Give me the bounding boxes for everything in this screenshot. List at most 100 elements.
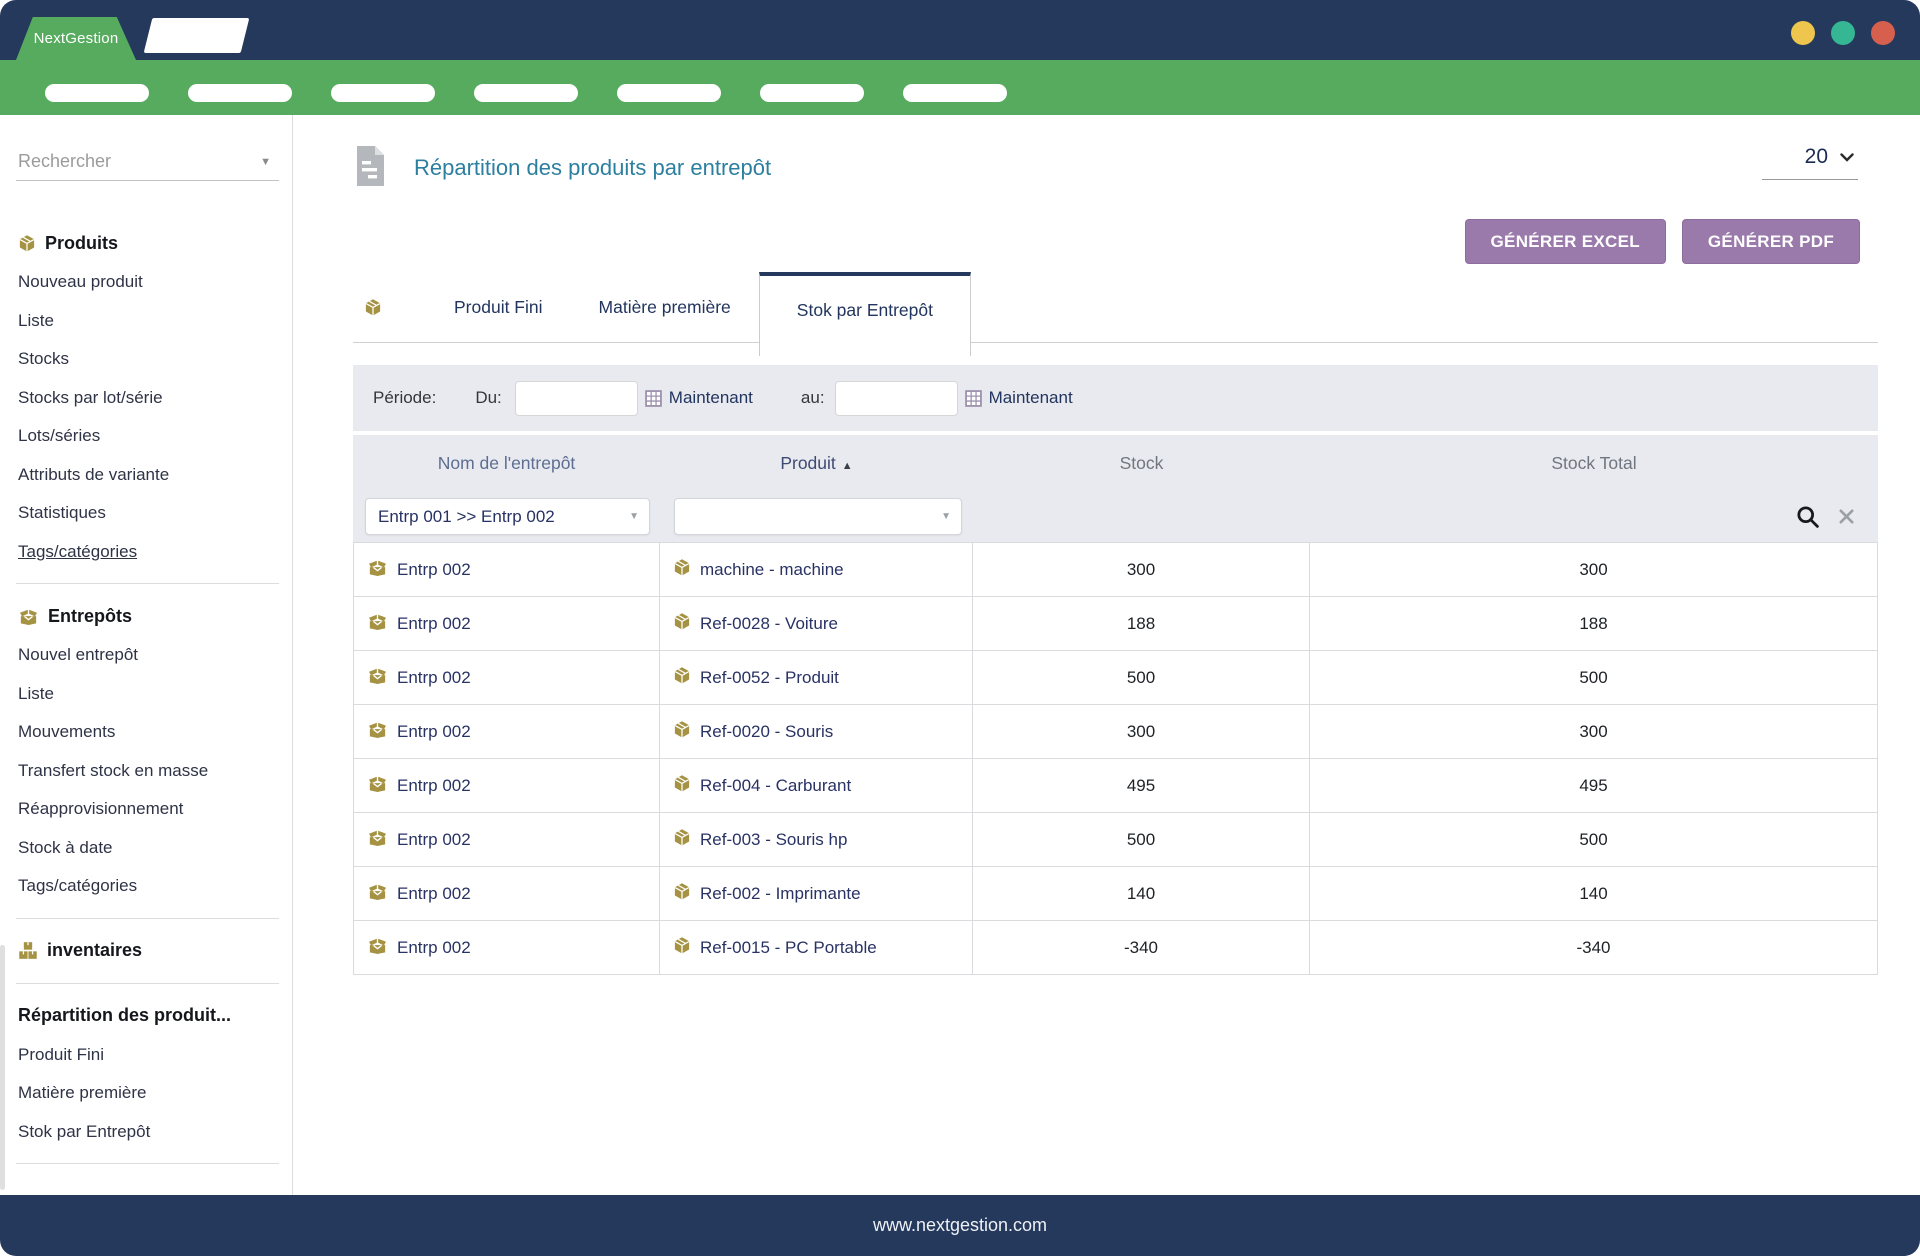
table-row[interactable]: Entrp 002Ref-0020 - Souris300300 (354, 705, 1877, 759)
sidebar-item[interactable]: Produit Fini (0, 1036, 292, 1075)
sidebar-scrollbar[interactable] (0, 945, 5, 1190)
page-size-select[interactable]: 20 (1762, 145, 1858, 180)
sidebar-item[interactable]: Matière première (0, 1074, 292, 1113)
product-name[interactable]: Ref-0028 - Voiture (700, 614, 838, 634)
nav-pill[interactable] (903, 84, 1007, 102)
table-row[interactable]: Entrp 002machine - machine300300 (354, 543, 1877, 597)
sidebar-section-header[interactable]: Répartition des produit... (0, 996, 292, 1036)
sidebar-item[interactable]: Tags/catégories (0, 533, 292, 572)
box-icon (18, 234, 36, 253)
to-label: au: (801, 388, 825, 408)
product-name[interactable]: Ref-002 - Imprimante (700, 884, 861, 904)
report-doc-icon (355, 146, 384, 191)
warehouse-name[interactable]: Entrp 002 (397, 776, 471, 796)
period-to-input[interactable] (835, 381, 958, 416)
warehouse-name[interactable]: Entrp 002 (397, 668, 471, 688)
nav-pill[interactable] (45, 84, 149, 102)
sidebar-item[interactable]: Attributs de variante (0, 456, 292, 495)
table-body: Entrp 002machine - machine300300Entrp 00… (353, 542, 1878, 975)
stock-total-cell: 500 (1310, 813, 1877, 866)
tab-stok-par-entrep-t[interactable]: Stok par Entrepôt (759, 272, 971, 356)
product-name[interactable]: Ref-003 - Souris hp (700, 830, 847, 850)
maximize-dot[interactable] (1831, 21, 1855, 45)
col-header-warehouse[interactable]: Nom de l'entrepôt (353, 453, 660, 474)
brand-tab[interactable]: NextGestion (16, 17, 136, 60)
generate-excel-button[interactable]: GÉNÉRER EXCEL (1465, 219, 1666, 264)
nav-pill[interactable] (760, 84, 864, 102)
sidebar-item[interactable]: Transfert stock en masse (0, 752, 292, 791)
inactive-tab-placeholder[interactable] (144, 18, 250, 53)
sidebar-item[interactable]: Stocks par lot/série (0, 379, 292, 418)
sidebar-search[interactable]: ▼ (16, 143, 279, 181)
box-icon (673, 612, 691, 636)
title-bar: NextGestion (0, 0, 1920, 60)
stock-total-cell: 500 (1310, 651, 1877, 704)
warehouse-name[interactable]: Entrp 002 (397, 830, 471, 850)
sidebar-item[interactable]: Lots/séries (0, 417, 292, 456)
col-header-stock[interactable]: Stock (973, 453, 1310, 474)
page-size-value: 20 (1805, 145, 1828, 169)
sidebar-item[interactable]: Liste (0, 302, 292, 341)
table-row[interactable]: Entrp 002Ref-003 - Souris hp500500 (354, 813, 1877, 867)
stock-total-cell: -340 (1310, 921, 1877, 974)
calendar-icon[interactable] (645, 390, 662, 407)
divider (16, 1163, 279, 1164)
col-header-stock-total[interactable]: Stock Total (1310, 453, 1878, 474)
sidebar-item[interactable]: Stok par Entrepôt (0, 1113, 292, 1152)
nav-pill[interactable] (617, 84, 721, 102)
warehouse-cell: Entrp 002 (354, 705, 660, 758)
close-dot[interactable] (1871, 21, 1895, 45)
period-from-input[interactable] (515, 381, 638, 416)
sidebar-item[interactable]: Réapprovisionnement (0, 790, 292, 829)
product-name[interactable]: Ref-0020 - Souris (700, 722, 833, 742)
warehouse-icon (367, 721, 388, 743)
generate-pdf-button[interactable]: GÉNÉRER PDF (1682, 219, 1860, 264)
sidebar-item[interactable]: Tags/catégories (0, 867, 292, 906)
from-now-link[interactable]: Maintenant (669, 388, 753, 408)
sidebar-item[interactable]: Stocks (0, 340, 292, 379)
search-input[interactable] (16, 150, 236, 173)
sidebar-section-header[interactable]: Produits (0, 223, 292, 263)
tab-produit-fini[interactable]: Produit Fini (426, 272, 571, 342)
col-header-product[interactable]: Produit▲ (660, 453, 973, 474)
product-name[interactable]: Ref-0015 - PC Portable (700, 938, 877, 958)
sidebar-item[interactable]: Nouveau produit (0, 263, 292, 302)
product-name[interactable]: Ref-0052 - Produit (700, 668, 839, 688)
sidebar-section-header[interactable]: Entrepôts (0, 596, 292, 636)
warehouse-name[interactable]: Entrp 002 (397, 560, 471, 580)
warehouse-name[interactable]: Entrp 002 (397, 884, 471, 904)
product-name[interactable]: Ref-004 - Carburant (700, 776, 851, 796)
box-icon (673, 774, 691, 798)
stock-total-cell: 188 (1310, 597, 1877, 650)
sidebar-item[interactable]: Nouvel entrepôt (0, 636, 292, 675)
warehouse-filter-select[interactable]: Entrp 001 >> Entrp 002 ▼ (365, 498, 650, 535)
table-row[interactable]: Entrp 002Ref-0015 - PC Portable-340-340 (354, 921, 1877, 975)
sidebar-item[interactable]: Stock à date (0, 829, 292, 868)
nav-pill[interactable] (188, 84, 292, 102)
warehouse-name[interactable]: Entrp 002 (397, 614, 471, 634)
table-row[interactable]: Entrp 002Ref-0052 - Produit500500 (354, 651, 1877, 705)
sidebar-item[interactable]: Liste (0, 675, 292, 714)
nav-pill[interactable] (331, 84, 435, 102)
sidebar-item[interactable]: Statistiques (0, 494, 292, 533)
table-row[interactable]: Entrp 002Ref-0028 - Voiture188188 (354, 597, 1877, 651)
nav-pill[interactable] (474, 84, 578, 102)
footer-url: www.nextgestion.com (873, 1215, 1047, 1236)
warehouse-name[interactable]: Entrp 002 (397, 722, 471, 742)
warehouse-cell: Entrp 002 (354, 813, 660, 866)
tab-mati-re-premi-re[interactable]: Matière première (571, 272, 759, 342)
main-navbar (0, 60, 1920, 115)
warehouse-name[interactable]: Entrp 002 (397, 938, 471, 958)
search-icon[interactable] (1795, 504, 1820, 534)
product-filter-select[interactable]: ▼ (674, 498, 962, 535)
sidebar-section-header[interactable]: inventaires (0, 931, 292, 971)
to-now-link[interactable]: Maintenant (989, 388, 1073, 408)
minimize-dot[interactable] (1791, 21, 1815, 45)
sidebar-item[interactable]: Mouvements (0, 713, 292, 752)
table-row[interactable]: Entrp 002Ref-002 - Imprimante140140 (354, 867, 1877, 921)
warehouse-cell: Entrp 002 (354, 867, 660, 920)
calendar-icon[interactable] (965, 390, 982, 407)
close-icon[interactable] (1837, 507, 1856, 531)
product-name[interactable]: machine - machine (700, 560, 844, 580)
table-row[interactable]: Entrp 002Ref-004 - Carburant495495 (354, 759, 1877, 813)
